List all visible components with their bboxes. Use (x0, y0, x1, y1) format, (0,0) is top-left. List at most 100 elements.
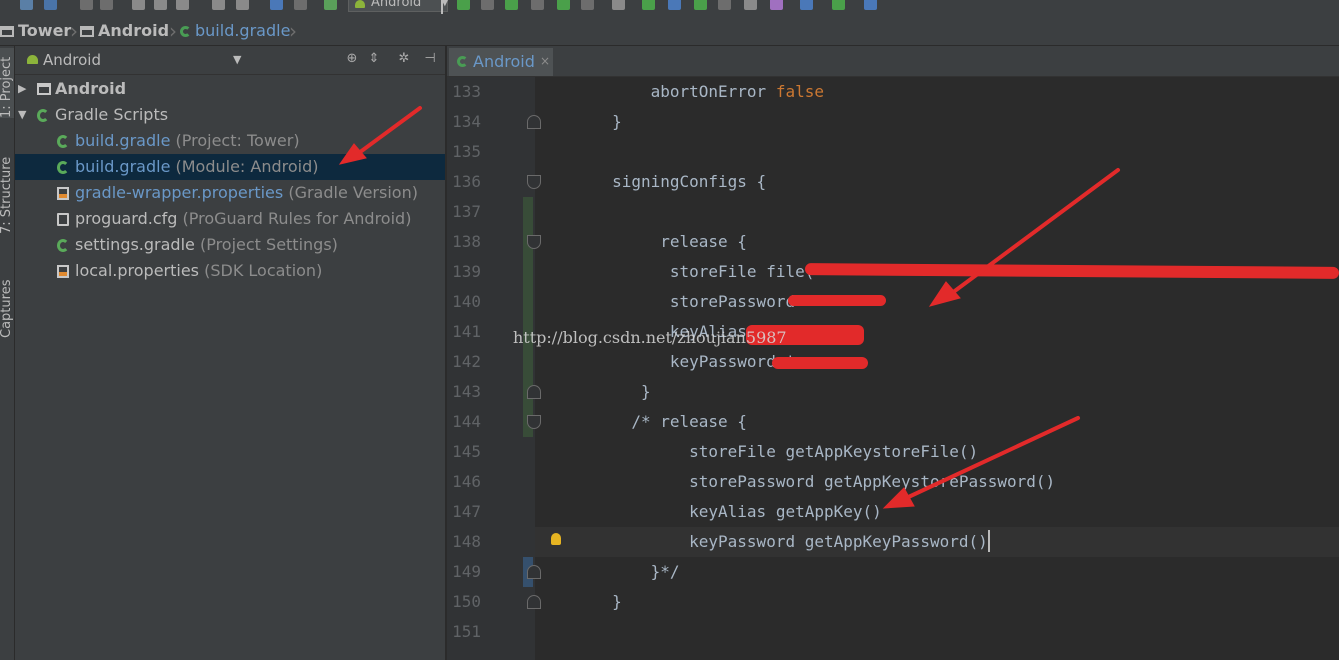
redo-icon[interactable] (100, 0, 113, 10)
coverage-icon[interactable] (531, 0, 544, 10)
tree-node-build-gradle-module[interactable]: build.gradle (Module: Android) (15, 154, 445, 180)
breadcrumb-tower[interactable]: Tower (0, 14, 71, 48)
line-number[interactable]: 139 (447, 257, 481, 287)
help-icon[interactable] (864, 0, 877, 10)
line-number[interactable]: 150 (447, 587, 481, 617)
folder-icon (0, 26, 14, 37)
close-icon[interactable]: × (540, 48, 550, 75)
code-line[interactable]: keyPassword ' (535, 347, 1339, 377)
line-number[interactable]: 144 (447, 407, 481, 437)
line-number[interactable]: 134 (447, 107, 481, 137)
tree-node-build-gradle-project[interactable]: build.gradle (Project: Tower) (15, 128, 445, 154)
gradle-icon (457, 56, 468, 67)
structure-icon[interactable] (718, 0, 731, 10)
revert-icon[interactable] (770, 0, 783, 10)
code-line[interactable]: signingConfigs { (535, 167, 1339, 197)
bug-icon[interactable] (832, 0, 845, 10)
gear-icon[interactable]: ✲ (397, 52, 411, 66)
replace-icon[interactable] (236, 0, 249, 10)
save-icon[interactable] (20, 0, 33, 10)
line-number[interactable]: 146 (447, 467, 481, 497)
editor-tab[interactable]: Android × (449, 48, 553, 76)
attach-debugger-icon[interactable] (557, 0, 570, 10)
breadcrumb-android[interactable]: Android (80, 14, 169, 48)
gradle-icon (57, 161, 69, 174)
code-line[interactable]: storeFile getAppKeystoreFile() (535, 437, 1339, 467)
target-icon[interactable]: ⊕ (345, 52, 359, 66)
run-config-select[interactable]: Android ▼ (348, 0, 449, 14)
line-number[interactable]: 149 (447, 557, 481, 587)
line-number[interactable]: 147 (447, 497, 481, 527)
code-line[interactable] (535, 617, 1339, 647)
layout-icon[interactable] (744, 0, 757, 10)
code-area[interactable]: abortOnError false } signingConfigs { re… (535, 77, 1339, 660)
line-number[interactable]: 133 (447, 77, 481, 107)
windows-icon[interactable] (800, 0, 813, 10)
code-line[interactable] (535, 197, 1339, 227)
line-number[interactable]: 136 (447, 167, 481, 197)
tree-node-settings-gradle[interactable]: settings.gradle (Project Settings) (15, 232, 445, 258)
monitor-icon[interactable] (694, 0, 707, 10)
code-line[interactable]: keyAlias getAppKey() (535, 497, 1339, 527)
collapse-arrow-icon[interactable]: ▼ (18, 102, 26, 128)
code-text: /* release { (535, 412, 747, 431)
code-line[interactable]: abortOnError false (535, 77, 1339, 107)
line-number[interactable]: 151 (447, 617, 481, 647)
code-line[interactable]: } (535, 107, 1339, 137)
code-line[interactable]: storePassword getAppKeystorePassword() (535, 467, 1339, 497)
collapse-all-icon[interactable]: ⇕ (367, 52, 381, 66)
line-number[interactable]: 141 (447, 317, 481, 347)
run-icon[interactable] (457, 0, 470, 10)
code-line[interactable]: }*/ (535, 557, 1339, 587)
code-line[interactable]: storePassword ' (535, 287, 1339, 317)
line-number[interactable]: 143 (447, 377, 481, 407)
avd-manager-icon[interactable] (612, 0, 625, 10)
apply-changes-icon[interactable] (481, 0, 494, 10)
make-project-icon[interactable] (324, 0, 337, 10)
copy-icon[interactable] (154, 0, 167, 10)
sdk-manager-icon[interactable] (642, 0, 655, 10)
undo-icon[interactable] (80, 0, 93, 10)
code-line[interactable]: } (535, 587, 1339, 617)
lightbulb-icon[interactable] (551, 533, 561, 545)
tree-node-gradle-wrapper[interactable]: gradle-wrapper.properties (Gradle Versio… (15, 180, 445, 206)
cut-icon[interactable] (132, 0, 145, 10)
line-number[interactable]: 140 (447, 287, 481, 317)
debug-icon[interactable] (505, 0, 518, 10)
code-line[interactable]: keyPassword getAppKeyPassword() (535, 527, 1339, 557)
stop-icon[interactable] (581, 0, 594, 10)
code-line[interactable]: } (535, 377, 1339, 407)
code-text: storeFile getAppKeystoreFile() (535, 442, 979, 461)
line-number[interactable]: 137 (447, 197, 481, 227)
tree-node-android[interactable]: ▶ Android (15, 76, 445, 102)
line-number[interactable]: 148 (447, 527, 481, 557)
code-line[interactable] (535, 137, 1339, 167)
paste-icon[interactable] (176, 0, 189, 10)
back-icon[interactable] (270, 0, 283, 10)
gradle-icon (57, 135, 69, 148)
tab-project[interactable]: 1: Project (0, 48, 14, 118)
view-selector[interactable]: Android (43, 46, 101, 74)
chevron-down-icon[interactable]: ▼ (233, 46, 241, 74)
code-line[interactable]: /* release { (535, 407, 1339, 437)
expand-arrow-icon[interactable]: ▶ (18, 76, 26, 102)
sync-icon[interactable] (44, 0, 57, 10)
code-line[interactable]: release { (535, 227, 1339, 257)
code-text: } (535, 382, 651, 401)
tab-structure[interactable]: 7: Structure (0, 154, 14, 234)
code-editor: Android × 133 134 135 136 137 138 139 140 141 142… (447, 46, 1339, 660)
tree-node-gradle-scripts[interactable]: ▼ Gradle Scripts (15, 102, 445, 128)
tree-node-local-properties[interactable]: local.properties (SDK Location) (15, 258, 445, 284)
tree-node-proguard[interactable]: proguard.cfg (ProGuard Rules for Android… (15, 206, 445, 232)
line-number[interactable]: 138 (447, 227, 481, 257)
forward-icon[interactable] (294, 0, 307, 10)
sync-gradle-icon[interactable] (668, 0, 681, 10)
line-number[interactable]: 142 (447, 347, 481, 377)
line-number[interactable]: 145 (447, 437, 481, 467)
breadcrumb-build-gradle[interactable]: build.gradle (180, 14, 290, 48)
vcs-change-marker[interactable] (523, 197, 533, 437)
find-icon[interactable] (212, 0, 225, 10)
tab-captures[interactable]: Captures (0, 272, 14, 338)
line-number[interactable]: 135 (447, 137, 481, 167)
hide-panel-icon[interactable]: ⊣ (423, 52, 437, 66)
